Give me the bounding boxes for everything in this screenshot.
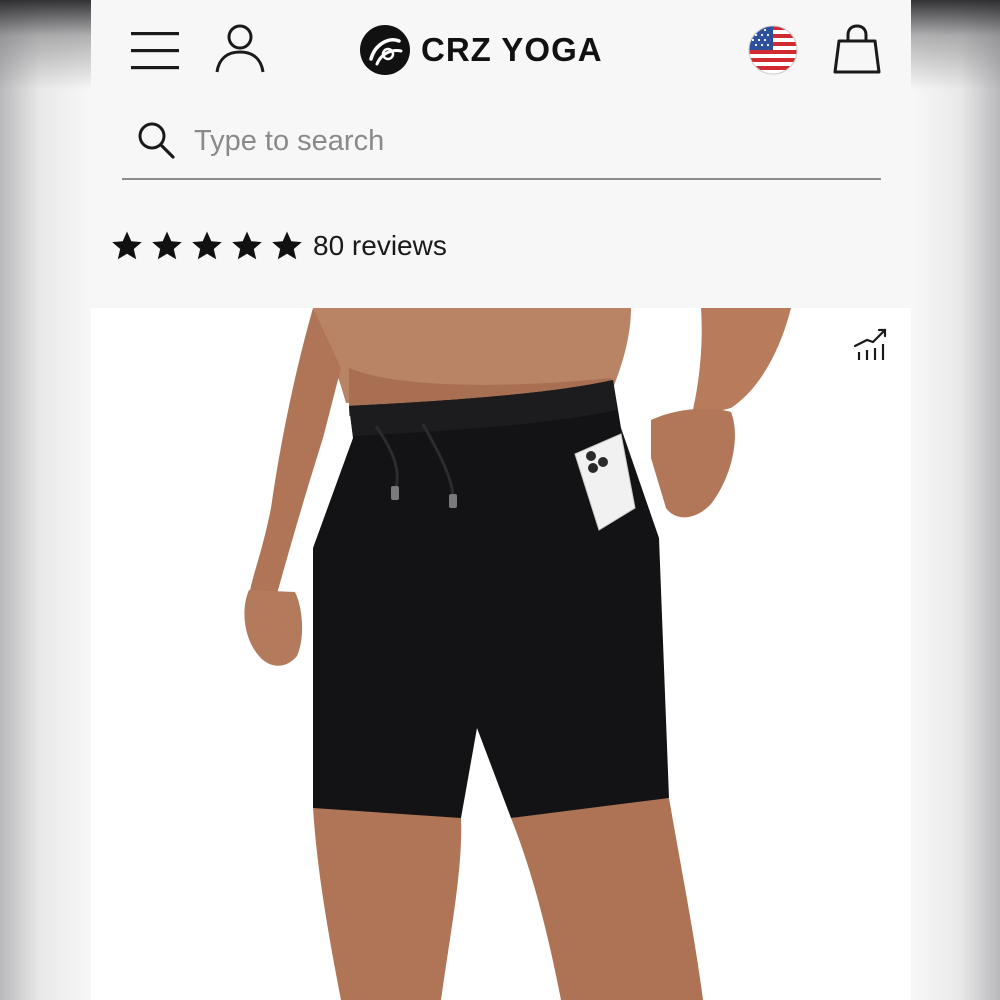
- brand-name: CRZ YOGA: [421, 31, 603, 68]
- brand-logo[interactable]: CRZ YOGA: [359, 24, 603, 76]
- product-rating[interactable]: 80 reviews: [111, 226, 447, 266]
- crz-logo-icon: [360, 25, 410, 75]
- product-photo: [244, 308, 791, 1000]
- star-icon: [232, 231, 262, 260]
- star-icon: [112, 231, 142, 260]
- star-icon: [272, 231, 302, 260]
- product-image[interactable]: [91, 308, 911, 1000]
- phone-screen: CRZ YOGA Type to search 80 reviews: [91, 0, 911, 1000]
- star-icon: [192, 231, 222, 260]
- site-header: CRZ YOGA: [91, 0, 911, 110]
- shopping-bag-icon[interactable]: [831, 22, 883, 76]
- user-icon[interactable]: [214, 22, 266, 74]
- reviews-count[interactable]: 80 reviews: [313, 230, 447, 262]
- star-rating: [111, 230, 311, 262]
- search-icon[interactable]: [136, 120, 176, 160]
- search-bar[interactable]: [122, 110, 881, 180]
- search-input[interactable]: [192, 118, 856, 164]
- us-flag-icon[interactable]: [747, 24, 799, 76]
- hamburger-menu-icon[interactable]: [131, 30, 179, 72]
- star-icon: [152, 231, 182, 260]
- trending-chart-icon[interactable]: [851, 326, 889, 364]
